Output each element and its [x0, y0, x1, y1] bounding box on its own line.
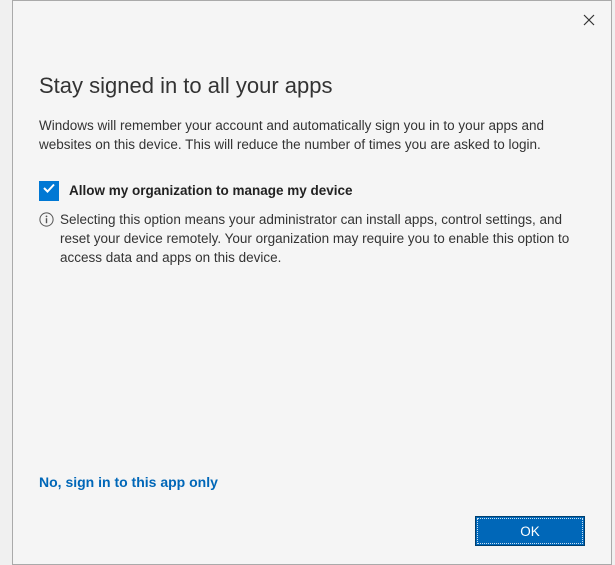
- button-row: OK: [39, 516, 585, 546]
- signin-dialog: Stay signed in to all your apps Windows …: [12, 0, 612, 565]
- close-icon: [583, 14, 595, 29]
- signin-app-only-link[interactable]: No, sign in to this app only: [39, 474, 585, 490]
- manage-device-label: Allow my organization to manage my devic…: [69, 183, 353, 198]
- dialog-description: Windows will remember your account and a…: [39, 117, 585, 155]
- check-icon: [42, 181, 56, 200]
- manage-device-row: Allow my organization to manage my devic…: [39, 181, 585, 201]
- dialog-title: Stay signed in to all your apps: [39, 73, 585, 99]
- close-button[interactable]: [575, 7, 603, 35]
- ok-button[interactable]: OK: [475, 516, 585, 546]
- info-row: Selecting this option means your adminis…: [39, 211, 585, 268]
- manage-device-checkbox[interactable]: [39, 181, 59, 201]
- info-text: Selecting this option means your adminis…: [60, 211, 585, 268]
- info-icon: [39, 212, 54, 227]
